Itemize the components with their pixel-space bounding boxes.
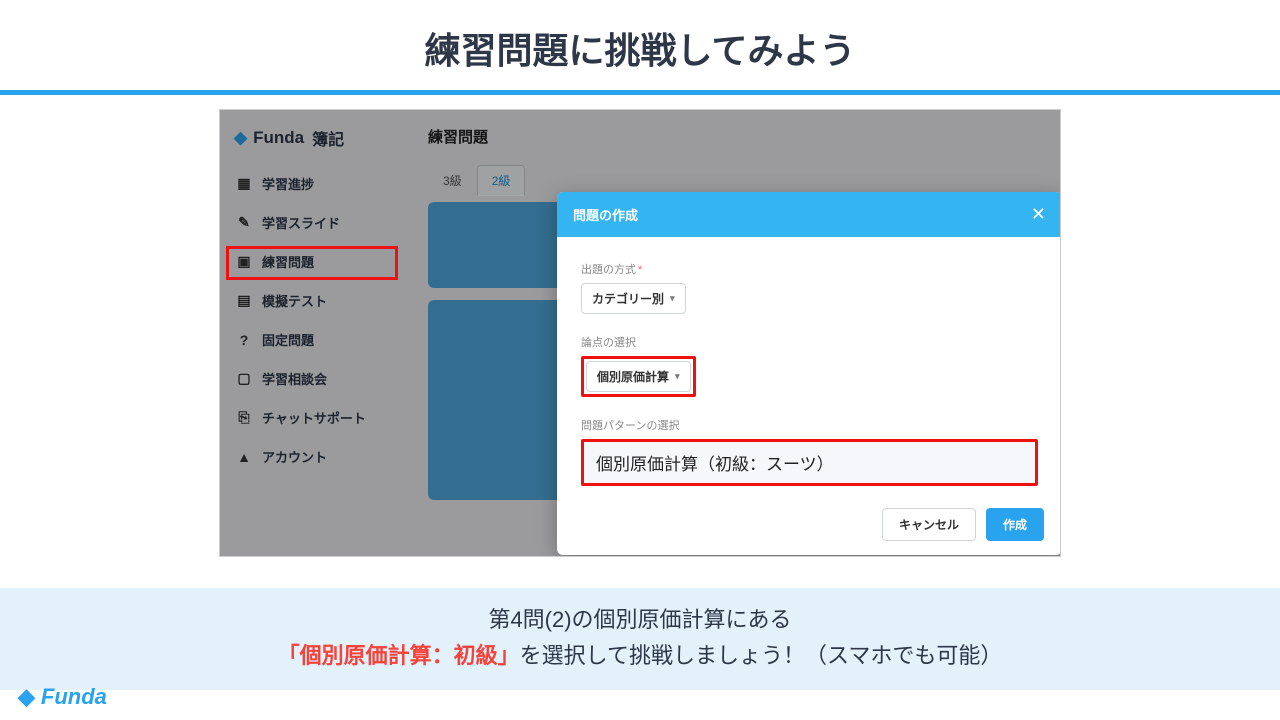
sidebar-item-consult[interactable]: ▢ 学習相談会 (220, 359, 410, 398)
sidebar-item-progress[interactable]: ▦ 学習進捗 (220, 164, 410, 203)
chat-icon: ⎘ (236, 409, 252, 426)
video-icon: ▢ (236, 370, 252, 387)
caption-emphasis: 「個別原価計算：初級」 (278, 643, 520, 668)
sidebar: ◆ Funda 簿記 ▦ 学習進捗 ✎ 学習スライド ▣ 練習問題 ▤ 模擬テス… (220, 110, 410, 556)
sidebar-item-fixed[interactable]: ? 固定問題 (220, 320, 410, 359)
field-label-pattern: 問題パターンの選択 (581, 417, 1038, 433)
page-heading: 練習問題 (410, 110, 1060, 165)
modal-body: 出題の方式* カテゴリー別 ▾ 論点の選択 個別原価計算 ▾ 問題パターンの選択 (557, 237, 1061, 516)
slide-title: 練習問題に挑戦してみよう (0, 0, 1280, 90)
field-method: 出題の方式* カテゴリー別 ▾ (581, 261, 1038, 314)
grid-icon: ▦ (236, 175, 252, 192)
sidebar-item-label: チャットサポート (262, 408, 366, 427)
field-pattern: 問題パターンの選択 個別原価計算（初級：スーツ） (581, 417, 1038, 486)
diamond-icon: ◆ (18, 684, 35, 710)
chevron-down-icon: ▾ (670, 293, 675, 304)
app-screenshot: ◆ Funda 簿記 ▦ 学習進捗 ✎ 学習スライド ▣ 練習問題 ▤ 模擬テス… (219, 109, 1061, 557)
caption-line2: 「個別原価計算：初級」を選択して挑戦しましょう！（スマホでも可能） (0, 638, 1280, 670)
field-topic: 論点の選択 個別原価計算 ▾ (581, 334, 1038, 397)
help-icon: ? (236, 332, 252, 348)
chevron-down-icon: ▾ (675, 371, 680, 382)
cancel-button[interactable]: キャンセル (882, 508, 976, 541)
sidebar-item-slides[interactable]: ✎ 学習スライド (220, 203, 410, 242)
create-button[interactable]: 作成 (986, 508, 1044, 541)
edit-icon: ✎ (236, 214, 252, 231)
sidebar-item-label: 学習進捗 (262, 174, 314, 193)
create-question-modal: 問題の作成 ✕ 出題の方式* カテゴリー別 ▾ 論点の選択 個別原価計算 ▾ (557, 192, 1061, 555)
sidebar-item-label: 学習スライド (262, 213, 340, 232)
highlight-box-topic: 個別原価計算 ▾ (581, 356, 696, 397)
modal-footer: キャンセル 作成 (882, 508, 1044, 541)
sidebar-item-account[interactable]: ▲ アカウント (220, 437, 410, 476)
title-divider (0, 90, 1280, 95)
modal-title: 問題の作成 (573, 205, 638, 224)
footer-brand: ◆ Funda (18, 684, 107, 710)
dropdown-value: 個別原価計算 (597, 368, 669, 385)
sidebar-item-practice[interactable]: ▣ 練習問題 (220, 242, 410, 281)
dropdown-value: カテゴリー別 (592, 290, 664, 307)
modal-header: 問題の作成 ✕ (557, 192, 1061, 237)
sidebar-item-label: 学習相談会 (262, 369, 327, 388)
sidebar-item-label: 模擬テスト (262, 291, 327, 310)
brand-sub: 簿記 (312, 126, 344, 150)
method-dropdown[interactable]: カテゴリー別 ▾ (581, 283, 686, 314)
sidebar-item-label: アカウント (262, 447, 327, 466)
diamond-icon: ◆ (234, 128, 247, 148)
field-label-topic: 論点の選択 (581, 334, 1038, 350)
tab-2kyu[interactable]: 2級 (477, 165, 526, 196)
sidebar-item-label: 固定問題 (262, 330, 314, 349)
footer-brand-text: Funda (41, 684, 107, 710)
close-icon[interactable]: ✕ (1031, 204, 1046, 225)
sidebar-item-mock[interactable]: ▤ 模擬テスト (220, 281, 410, 320)
caption: 第4問(2)の個別原価計算にある 「個別原価計算：初級」を選択して挑戦しましょう… (0, 588, 1280, 690)
tab-3kyu[interactable]: 3級 (428, 165, 477, 196)
sidebar-item-label: 練習問題 (262, 252, 314, 271)
quiz-icon: ▣ (236, 253, 252, 270)
pattern-select[interactable]: 個別原価計算（初級：スーツ） (581, 439, 1038, 486)
caption-rest: を選択して挑戦しましょう！（スマホでも可能） (520, 643, 1003, 668)
caption-line1: 第4問(2)の個別原価計算にある (0, 602, 1280, 634)
brand: ◆ Funda 簿記 (220, 124, 410, 164)
field-label-method: 出題の方式* (581, 261, 1038, 277)
topic-dropdown[interactable]: 個別原価計算 ▾ (586, 361, 691, 392)
user-icon: ▲ (236, 449, 252, 465)
document-icon: ▤ (236, 292, 252, 309)
sidebar-item-chat[interactable]: ⎘ チャットサポート (220, 398, 410, 437)
brand-name: Funda (253, 128, 304, 148)
